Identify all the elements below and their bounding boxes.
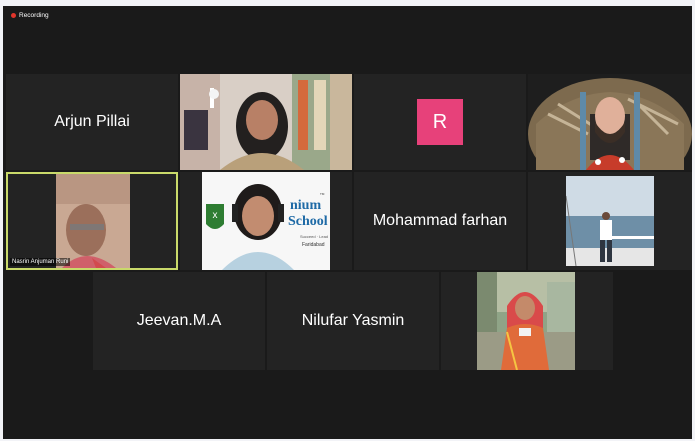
participant-video <box>180 74 352 170</box>
participant-video <box>477 272 575 370</box>
background-text-4: Faridabad <box>302 242 325 248</box>
meeting-window: Recording Arjun Pillai R Nasrin Anjuman … <box>3 6 692 439</box>
participant-tile-nasrin-anjuman-runi[interactable]: Nasrin Anjuman Runi <box>6 172 178 270</box>
participant-tile-video-1[interactable] <box>180 74 352 170</box>
recording-label: Recording <box>19 12 49 19</box>
participant-tile-video-3[interactable]: x nium School Succeed · Lead Faridabad T… <box>180 172 352 270</box>
participant-name: Jeevan.M.A <box>136 312 222 329</box>
participant-tile-jeevan-m-a[interactable]: Jeevan.M.A <box>93 272 265 370</box>
participant-video <box>528 74 692 170</box>
participant-video: x nium School Succeed · Lead Faridabad T… <box>202 172 330 270</box>
participant-avatar: R <box>417 99 463 145</box>
participant-tile-video-2[interactable] <box>528 74 692 170</box>
participant-nameplate: Nasrin Anjuman Runi <box>10 258 71 266</box>
recording-dot-icon <box>11 13 16 18</box>
participant-tile-nilufar-yasmin[interactable]: Nilufar Yasmin <box>267 272 439 370</box>
participant-video <box>56 174 130 268</box>
svg-text:x: x <box>213 210 218 221</box>
background-text-tm: TM <box>320 192 325 196</box>
participant-tile-arjun-pillai[interactable]: Arjun Pillai <box>6 74 178 170</box>
background-text-2: School <box>288 214 328 229</box>
participant-name: Nilufar Yasmin <box>301 312 405 329</box>
participant-tile-r[interactable]: R <box>354 74 526 170</box>
participant-video <box>566 176 654 266</box>
recording-indicator[interactable]: Recording <box>11 12 49 19</box>
background-text-3: Succeed · Lead <box>300 234 329 239</box>
participant-name: Arjun Pillai <box>54 113 130 130</box>
participant-tile-video-5[interactable] <box>441 272 613 370</box>
background-text-1: nium <box>290 198 322 213</box>
participant-name: Mohammad farhan <box>372 212 508 229</box>
participant-tile-video-4[interactable] <box>528 172 692 270</box>
participant-tile-mohammad-farhan[interactable]: Mohammad farhan <box>354 172 526 270</box>
